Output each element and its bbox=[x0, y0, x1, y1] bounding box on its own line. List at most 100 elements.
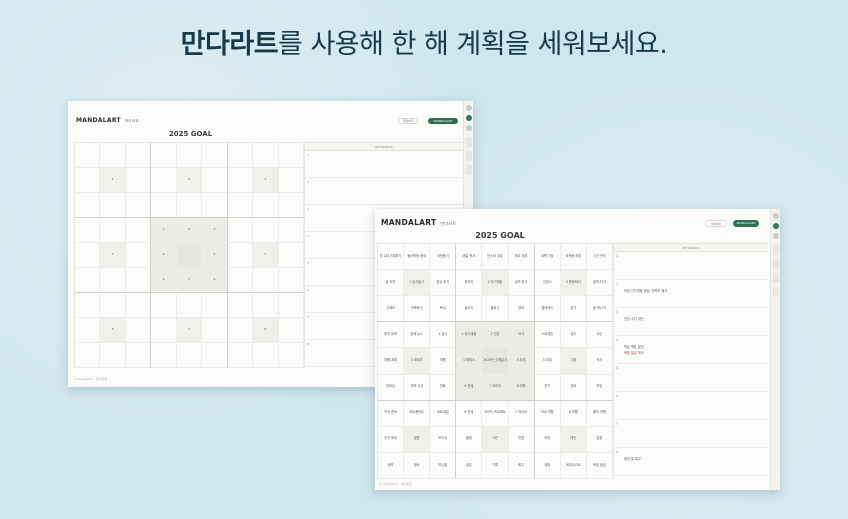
side-tab-2[interactable] bbox=[466, 151, 472, 161]
mandalart-cell-front[interactable]: 영어 bbox=[508, 296, 535, 323]
keyword-row-front[interactable]: 2 관련 1월 활동 점검, 만족도 체크 bbox=[614, 280, 768, 308]
mandalart-cell[interactable]: 4 bbox=[100, 243, 126, 268]
mandalart-cell-front[interactable]: 청소 bbox=[404, 452, 431, 479]
side-tab-3-front[interactable] bbox=[773, 273, 779, 283]
home-icon-front[interactable] bbox=[773, 213, 779, 219]
mandalart-cell[interactable] bbox=[151, 343, 177, 368]
mandalart-cell[interactable] bbox=[227, 143, 254, 168]
mandalart-cell-front[interactable]: 금주 bbox=[560, 322, 587, 349]
mandalart-cell-front[interactable]: 그림 bbox=[560, 348, 587, 375]
mandalart-cell-front[interactable]: 8 여행 bbox=[560, 400, 587, 427]
mandalart-cell-front[interactable]: 7 커리어 bbox=[508, 400, 535, 427]
mandalart-cell[interactable] bbox=[176, 243, 203, 268]
mandalart-cell-front[interactable]: 목표 점검 bbox=[586, 452, 613, 479]
mandalart-cell[interactable] bbox=[278, 218, 304, 243]
mandalart-cell-front[interactable]: 연락 bbox=[560, 374, 587, 401]
keyword-row[interactable]: 1 bbox=[305, 151, 463, 178]
mandalart-cell-front[interactable]: 물 마시기 bbox=[586, 296, 613, 323]
side-tab-4-front[interactable] bbox=[773, 287, 779, 297]
mandalart-cell-front[interactable]: 캠핑 bbox=[456, 426, 483, 453]
mandalart-cell[interactable] bbox=[151, 293, 177, 318]
mandalart-cell-front[interactable]: 포트폴리오 bbox=[404, 400, 431, 427]
mandalart-cell[interactable]: 8 bbox=[202, 268, 228, 293]
keyword-row-front[interactable]: 4 학습 목표 달성 목표 달성 체크 bbox=[614, 336, 768, 364]
mandalart-cell-front[interactable]: 새벽 기상 bbox=[534, 244, 561, 271]
mandalart-cell-front[interactable]: 이웃돕기 bbox=[430, 244, 457, 271]
mandalart-cell[interactable]: 5 bbox=[253, 243, 279, 268]
mandalart-cell[interactable] bbox=[227, 318, 254, 343]
mandalart-cell[interactable] bbox=[125, 168, 152, 193]
mandalart-cell[interactable] bbox=[75, 293, 101, 318]
mandalart-cell-front[interactable]: 여행 bbox=[430, 348, 457, 375]
mandalart-cell[interactable] bbox=[278, 143, 304, 168]
mandalart-cell-front[interactable]: 발표 bbox=[404, 426, 431, 453]
mandalart-cell[interactable] bbox=[75, 168, 101, 193]
mandalart-cell[interactable] bbox=[151, 318, 177, 343]
mandalart-cell-front[interactable]: 글쓰기 bbox=[456, 296, 483, 323]
mandalart-cell[interactable] bbox=[227, 268, 254, 293]
mandalart-cell[interactable]: 4 bbox=[151, 243, 177, 268]
mandalart-cell[interactable] bbox=[278, 268, 304, 293]
mandalart-cell-front[interactable]: 4 재테크 bbox=[456, 348, 483, 375]
mandalart-cell[interactable] bbox=[253, 193, 279, 218]
mandalart-cell[interactable] bbox=[125, 268, 152, 293]
mandalart-cell-front[interactable]: 5 취미 bbox=[534, 348, 561, 375]
mandalart-cell[interactable] bbox=[278, 243, 304, 268]
mandalart-cell-front[interactable]: 공유 bbox=[456, 452, 483, 479]
mandalart-cell-front[interactable]: 네트워킹 bbox=[430, 400, 457, 427]
mandalart-cell-front[interactable]: 회고 bbox=[508, 452, 535, 479]
mandalart-cell-front[interactable]: 인스타 공유 bbox=[482, 244, 509, 271]
mandalart-cell[interactable]: 8 bbox=[253, 318, 279, 343]
mandalart-cell-front[interactable]: 명상 하기 bbox=[430, 270, 457, 297]
mandalart-cell-front[interactable]: 3 운동하기 bbox=[560, 270, 587, 297]
mandalart-cell[interactable] bbox=[253, 218, 279, 243]
mandalart-cell[interactable] bbox=[176, 143, 203, 168]
mandalart-cell[interactable]: 2 bbox=[176, 168, 203, 193]
mandalart-cell[interactable] bbox=[227, 168, 254, 193]
mandalart-cell[interactable] bbox=[227, 218, 254, 243]
mandalart-cell[interactable] bbox=[151, 168, 177, 193]
mandalart-cell[interactable] bbox=[125, 293, 152, 318]
mandalart-cell-front[interactable]: 저축하기 bbox=[404, 296, 431, 323]
mandalart-cell[interactable] bbox=[176, 193, 203, 218]
mandalart-cell[interactable] bbox=[125, 318, 152, 343]
keyword-row-front[interactable]: 3 건강 수치 개선 bbox=[614, 308, 768, 336]
mandalart-cell-front[interactable]: 국내 여행 bbox=[534, 400, 561, 427]
mandalart-cell[interactable] bbox=[100, 343, 126, 368]
active-icon[interactable] bbox=[466, 115, 472, 121]
mandalart-cell-front[interactable]: 독서 bbox=[430, 296, 457, 323]
mandalart-cell-front[interactable]: 투자 공부 bbox=[378, 322, 405, 349]
mandalart-cell[interactable] bbox=[125, 218, 152, 243]
mandalart-cell[interactable] bbox=[227, 293, 254, 318]
mandalart-cell-front[interactable]: 악기 bbox=[586, 348, 613, 375]
mandalart-cell[interactable] bbox=[75, 218, 101, 243]
mandalart-cell-front[interactable]: 7 커리어 bbox=[482, 374, 509, 401]
mandalart-cell[interactable] bbox=[202, 193, 228, 218]
mandalart-cell[interactable] bbox=[227, 243, 254, 268]
mandalart-cell-front[interactable]: 사진 bbox=[482, 426, 509, 453]
mandalart-cell[interactable] bbox=[278, 168, 304, 193]
mandalart-cell-front[interactable]: 걷기 bbox=[560, 296, 587, 323]
mandalart-cell[interactable] bbox=[253, 268, 279, 293]
mandalart-cell-front[interactable]: 가족 식사 bbox=[404, 374, 431, 401]
mandalart-cell-front[interactable]: 여행 계획 bbox=[378, 348, 405, 375]
mandalart-cell-front[interactable]: 블로그 bbox=[482, 296, 509, 323]
mandalart-cell[interactable] bbox=[227, 343, 254, 368]
mandalart-button-front[interactable]: MANDALART bbox=[733, 220, 759, 227]
mandalart-cell[interactable] bbox=[125, 343, 152, 368]
mandalart-cell[interactable] bbox=[75, 318, 101, 343]
keyword-row-front[interactable]: 1 bbox=[614, 252, 768, 280]
mandalart-cell-front[interactable]: 전화 bbox=[430, 374, 457, 401]
mandalart-cell-front[interactable]: 매일 독서 bbox=[456, 244, 483, 271]
save-button-front[interactable]: 저장하기 bbox=[705, 220, 727, 227]
mandalart-cell-front[interactable]: 강의 듣기 bbox=[508, 270, 535, 297]
side-tab-1[interactable] bbox=[466, 137, 472, 147]
mandalart-cell-front[interactable]: 매주 공부 bbox=[508, 244, 535, 271]
mandalart-cell-front[interactable]: 보고서 bbox=[430, 426, 457, 453]
keyword-row[interactable]: 2 bbox=[305, 178, 463, 205]
mandalart-cell-front[interactable]: 가계부 bbox=[378, 296, 405, 323]
mandalart-cell-front[interactable]: 식단 bbox=[586, 322, 613, 349]
mandalart-cell-front[interactable]: 스트레칭 bbox=[534, 322, 561, 349]
side-tab-2-front[interactable] bbox=[773, 259, 779, 269]
mandalart-button[interactable]: MANDALART bbox=[428, 118, 458, 124]
